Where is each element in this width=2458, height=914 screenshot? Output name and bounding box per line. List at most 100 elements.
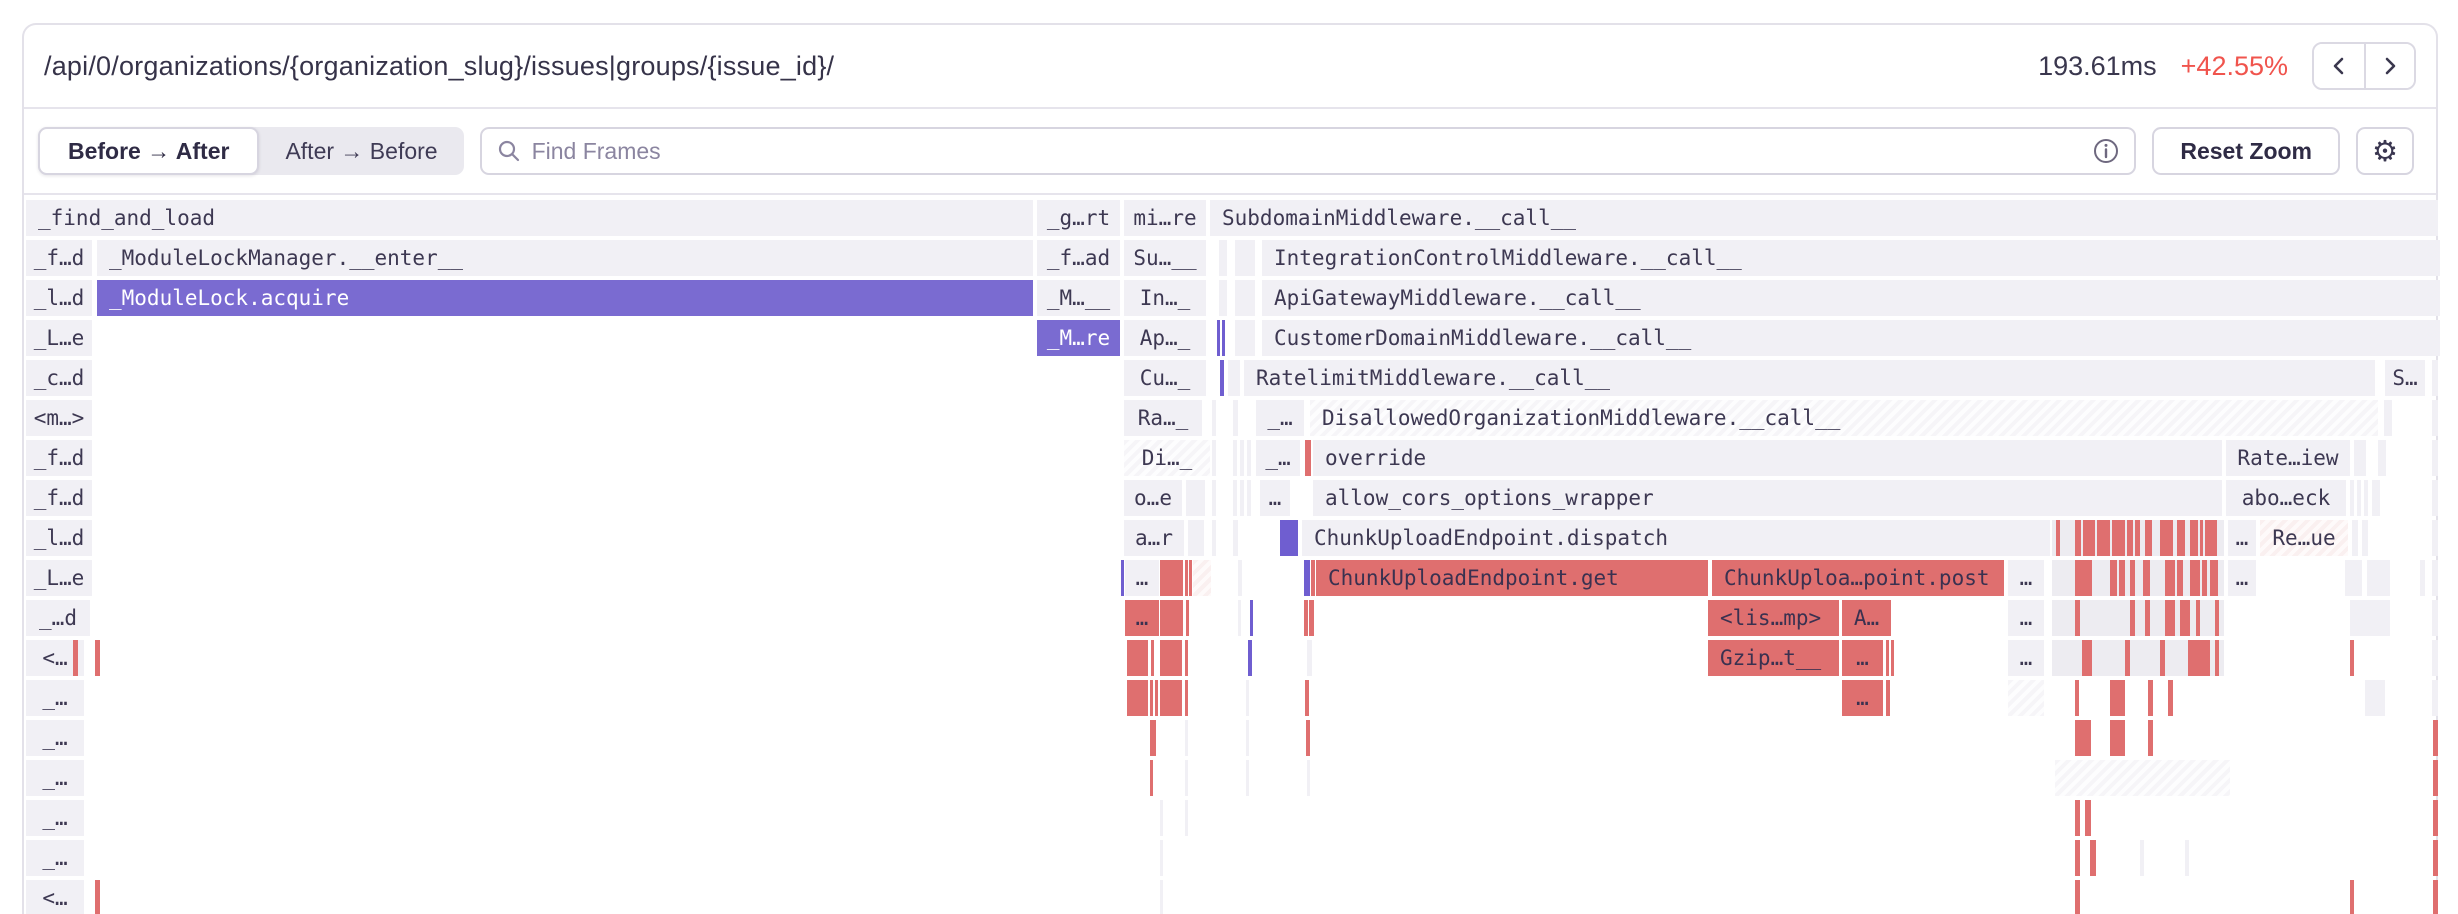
frame-sliver[interactable] xyxy=(2110,560,2117,596)
frame-sliver[interactable] xyxy=(1222,320,1225,356)
frame-ChunkUploadEndpoint.get[interactable]: ChunkUploadEndpoint.get xyxy=(1316,560,1708,596)
frame-sliver[interactable] xyxy=(2432,480,2438,516)
frame-sliver[interactable] xyxy=(2143,560,2150,596)
frame-sliver[interactable] xyxy=(2433,880,2438,914)
frame-…[interactable]: … xyxy=(2008,560,2044,596)
frame-sliver[interactable] xyxy=(1212,400,1216,436)
frame-sliver[interactable] xyxy=(2432,520,2438,556)
frame-sliver[interactable] xyxy=(1219,280,1227,316)
frame-sliver[interactable] xyxy=(2140,840,2144,876)
frame-sliver[interactable] xyxy=(2433,800,2438,836)
frame-sliver[interactable] xyxy=(2110,720,2125,756)
frame-<…[interactable]: <… xyxy=(26,880,84,914)
frame-sliver[interactable] xyxy=(1306,720,1310,756)
frame-sliver[interactable] xyxy=(1891,640,1894,676)
frame-sliver[interactable] xyxy=(2075,680,2079,716)
frame-Re…ue[interactable]: Re…ue xyxy=(2260,520,2348,556)
frame-sliver[interactable] xyxy=(2367,560,2390,596)
frame-sliver[interactable] xyxy=(1250,600,1253,636)
frame-sliver[interactable] xyxy=(1238,600,1241,636)
frame-sliver[interactable] xyxy=(1212,480,1216,516)
frame-sliver[interactable] xyxy=(1160,560,1183,596)
frame-sliver[interactable] xyxy=(2432,680,2438,716)
frame-sliver[interactable] xyxy=(2350,480,2354,516)
frame-_g…rt[interactable]: _g…rt xyxy=(1037,200,1120,236)
frame-ChunkUploadEndpoint.dispatch[interactable]: ChunkUploadEndpoint.dispatch xyxy=(1302,520,2050,556)
frame-sliver[interactable] xyxy=(2362,520,2368,556)
frame-sliver[interactable] xyxy=(1233,440,1237,476)
frame-sliver[interactable] xyxy=(2210,560,2218,596)
frame-sliver[interactable] xyxy=(1155,680,1158,716)
frame-sliver[interactable] xyxy=(2350,880,2354,914)
frame-_L…e[interactable]: _L…e xyxy=(26,560,92,596)
frame-sliver[interactable] xyxy=(2148,720,2153,756)
frame-sliver[interactable] xyxy=(2432,400,2438,436)
frame-sliver[interactable] xyxy=(1212,440,1216,476)
frame-sliver[interactable] xyxy=(2075,520,2081,556)
frame-<m…>[interactable]: <m…> xyxy=(26,400,92,436)
frame-S…[interactable]: S… xyxy=(2385,360,2425,396)
frame-sliver[interactable] xyxy=(2127,520,2133,556)
frame-sliver[interactable] xyxy=(2165,600,2175,636)
find-frames-input[interactable]: Find Frames xyxy=(480,127,2137,175)
frame-sliver[interactable] xyxy=(2200,520,2203,556)
frame-sliver[interactable] xyxy=(2056,520,2060,556)
frame-sliver[interactable] xyxy=(1247,440,1251,476)
frame-sliver[interactable] xyxy=(2357,480,2361,516)
frame-abo…eck[interactable]: abo…eck xyxy=(2226,480,2346,516)
frame-sliver[interactable] xyxy=(2190,520,2198,556)
frame-sliver[interactable] xyxy=(1235,320,1255,356)
frame-…[interactable]: … xyxy=(2008,640,2044,676)
frame-…[interactable]: … xyxy=(2228,560,2256,596)
frame-sliver[interactable] xyxy=(1217,320,1220,356)
frame-sliver[interactable] xyxy=(2083,520,2095,556)
frame-sliver[interactable] xyxy=(2160,520,2173,556)
frame-sliver[interactable] xyxy=(2110,680,2125,716)
frame-sliver[interactable] xyxy=(1185,680,1188,716)
frame-sliver[interactable] xyxy=(2378,440,2386,476)
frame-sliver[interactable] xyxy=(2196,600,2200,636)
frame-sliver[interactable] xyxy=(1151,640,1154,676)
frame-Rate…iew[interactable]: Rate…iew xyxy=(2226,440,2350,476)
frame-_…[interactable]: _… xyxy=(26,800,84,836)
frame-sliver[interactable] xyxy=(1240,480,1244,516)
frame-sliver[interactable] xyxy=(1235,280,1255,316)
frame-sliver[interactable] xyxy=(1307,640,1312,676)
frame-sliver[interactable] xyxy=(1235,240,1255,276)
frame-ApiGatewayMiddleware.__call__[interactable]: ApiGatewayMiddleware.__call__ xyxy=(1262,280,2440,316)
frame-sliver[interactable] xyxy=(2185,840,2189,876)
frame-sliver[interactable] xyxy=(1121,560,1124,596)
frame-sliver[interactable] xyxy=(2145,600,2150,636)
frame-sliver[interactable] xyxy=(2202,560,2207,596)
frame-sliver[interactable] xyxy=(2205,520,2217,556)
frame-_l…d[interactable]: _l…d xyxy=(26,520,92,556)
frame-sliver[interactable] xyxy=(73,640,78,676)
frame-…[interactable]: … xyxy=(2228,520,2256,556)
settings-button[interactable]: ⚙ xyxy=(2356,127,2414,175)
frame-_ModuleLock.acquire[interactable]: _ModuleLock.acquire xyxy=(97,280,1033,316)
frame-sliver[interactable] xyxy=(2365,680,2385,716)
frame-sliver[interactable] xyxy=(2190,560,2200,596)
frame-IntegrationControlMiddleware.__call__[interactable]: IntegrationControlMiddleware.__call__ xyxy=(1262,240,2440,276)
frame-sliver[interactable] xyxy=(1233,400,1238,436)
frame-sliver[interactable] xyxy=(2112,520,2125,556)
frame-CustomerDomainMiddleware.__call__[interactable]: CustomerDomainMiddleware.__call__ xyxy=(1262,320,2440,356)
frame-sliver[interactable] xyxy=(2432,640,2438,676)
frame-A…[interactable]: A… xyxy=(1842,600,1891,636)
frame-sliver[interactable] xyxy=(1160,600,1183,636)
frame-mi…re[interactable]: mi…re xyxy=(1124,200,1206,236)
frame-sliver[interactable] xyxy=(2350,600,2390,636)
frame-sliver[interactable] xyxy=(1186,480,1205,516)
frame-o…e[interactable]: o…e xyxy=(1124,480,1182,516)
frame-sliver[interactable] xyxy=(1186,600,1189,636)
frame-sliver[interactable] xyxy=(2125,640,2130,676)
frame-sliver[interactable] xyxy=(2075,800,2080,836)
frame-sliver[interactable] xyxy=(2130,560,2135,596)
frame-…[interactable]: … xyxy=(1260,480,1290,516)
info-icon[interactable] xyxy=(2092,137,2120,165)
frame-_f…d[interactable]: _f…d xyxy=(26,240,92,276)
frame-Di…_[interactable]: Di…_ xyxy=(1124,440,1210,476)
frame-sliver[interactable] xyxy=(1150,720,1156,756)
frame-_find_and_load[interactable]: _find_and_load xyxy=(26,200,1033,236)
frame-sliver[interactable] xyxy=(2364,480,2368,516)
